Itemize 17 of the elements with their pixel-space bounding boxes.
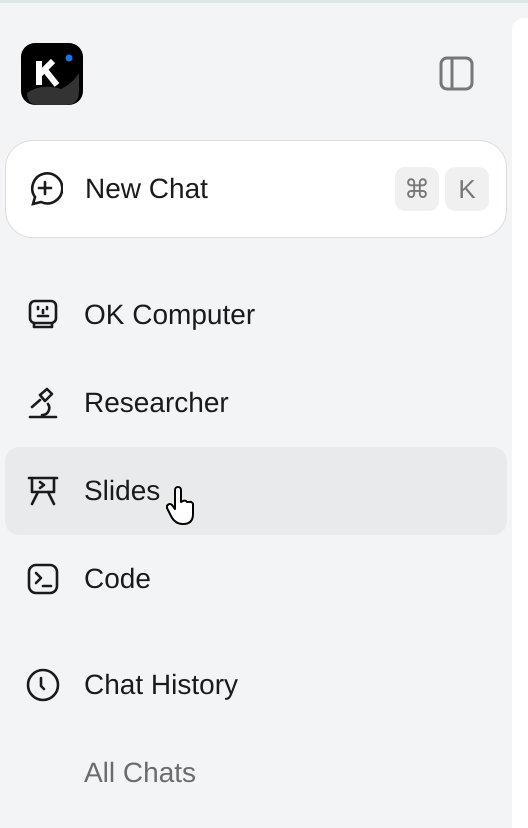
- new-chat-button[interactable]: New Chat ⌘ K: [5, 140, 507, 238]
- presentation-board-icon: [26, 474, 60, 508]
- logo-icon: [21, 42, 83, 104]
- terminal-icon: [26, 562, 60, 596]
- nav-item[interactable]: Code: [5, 535, 507, 623]
- nav-item[interactable]: Slides: [5, 447, 507, 535]
- sidebar-toggle-icon[interactable]: [439, 56, 474, 91]
- shortcut-key: ⌘: [395, 167, 439, 211]
- nav-item[interactable]: Researcher: [5, 359, 507, 447]
- new-chat-label: New Chat: [85, 172, 209, 206]
- nav-item[interactable]: OK Computer: [5, 271, 507, 359]
- clock-icon: [26, 668, 60, 702]
- shortcut-key: K: [445, 167, 489, 211]
- section-heading: Chat History: [84, 668, 238, 702]
- microscope-icon: [26, 386, 60, 420]
- hand-cursor-icon: [166, 486, 196, 526]
- history-link[interactable]: All Chats: [84, 752, 196, 794]
